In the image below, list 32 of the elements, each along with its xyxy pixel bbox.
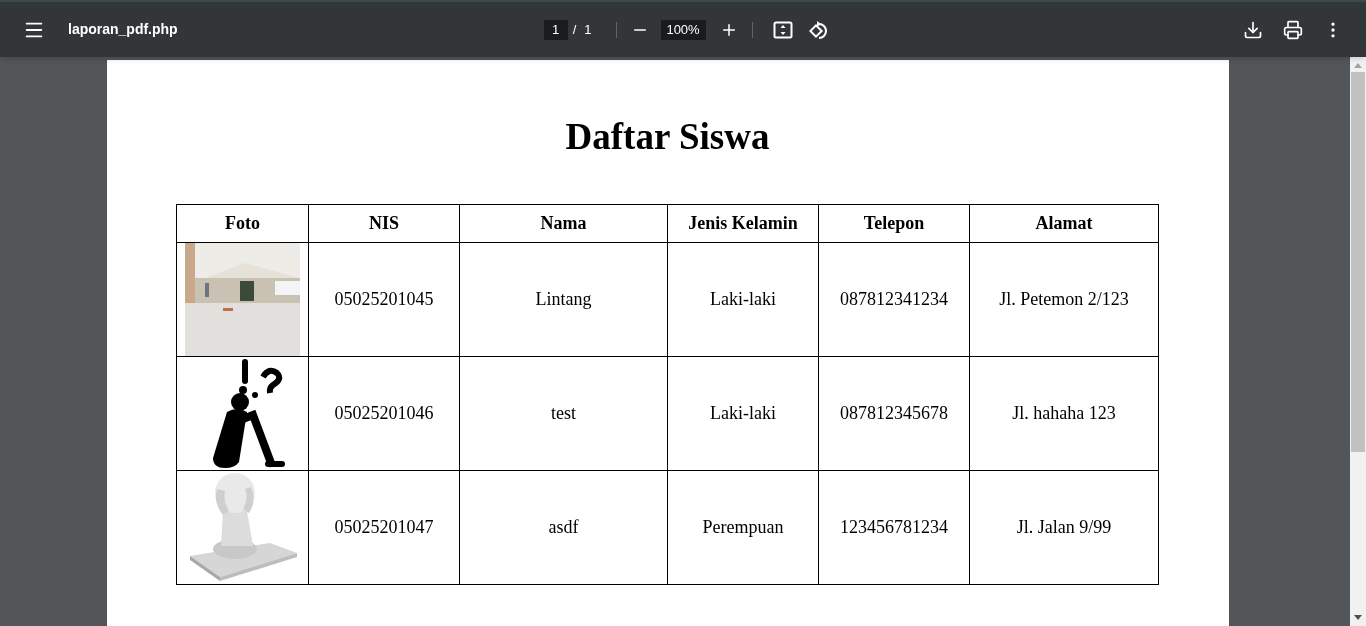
column-header: Telepon [818,204,970,243]
table-cell: Perempuan [667,470,819,585]
table-cell: 05025201047 [308,470,460,585]
table-cell: asdf [459,470,668,585]
page-total: 1 [584,20,592,39]
table-cell: Jl. Jalan 9/99 [969,470,1159,585]
column-header: Jenis Kelamin [667,204,819,243]
zoom-field[interactable]: 100% [660,19,706,40]
table-cell: Jl. hahaha 123 [969,356,1159,471]
table-cell: 123456781234 [818,470,970,585]
table-cell: Laki-laki [667,242,819,357]
page-field[interactable]: 1 [543,19,568,40]
table-cell: Laki-laki [667,356,819,471]
table-cell: Jl. Petemon 2/123 [969,242,1159,357]
table-cell: 05025201046 [308,356,460,471]
download-icon[interactable] [1243,19,1263,40]
table-cell: 087812341234 [818,242,970,357]
column-header: NIS [308,204,460,243]
rotate-icon[interactable] [808,19,829,40]
table-cell: 05025201045 [308,242,460,357]
table-cell: test [459,356,668,471]
file-name: laporan_pdf.php [68,20,178,39]
print-icon[interactable] [1283,19,1303,40]
document-title: Daftar Siswa [565,115,770,159]
page-separator: / [572,20,577,39]
scroll-down-icon[interactable] [1354,615,1362,620]
column-header: Nama [459,204,668,243]
column-header: Alamat [969,204,1159,243]
column-header: Foto [176,204,309,243]
table-cell: Lintang [459,242,668,357]
fit-page-icon[interactable] [772,20,793,39]
table-cell: 087812345678 [818,356,970,471]
